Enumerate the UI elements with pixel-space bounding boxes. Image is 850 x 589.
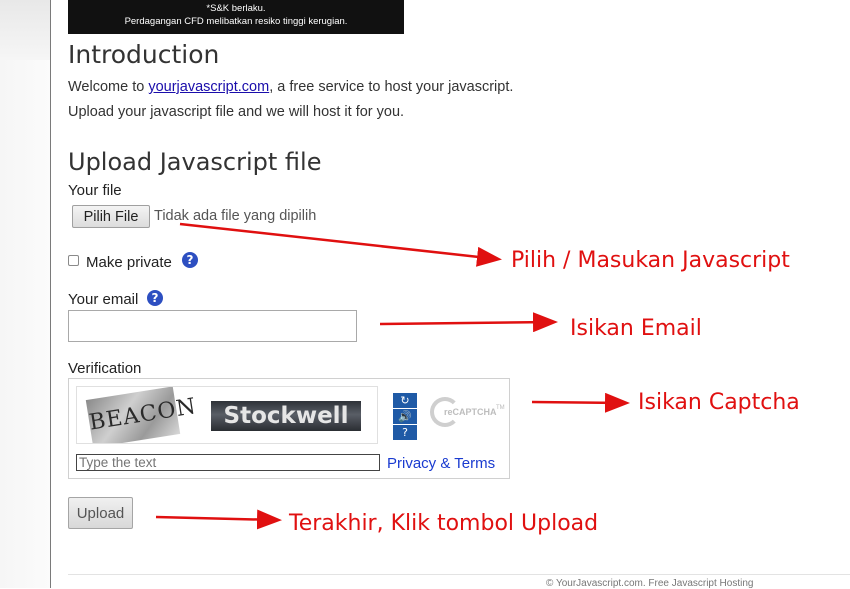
annotation-upload: Terakhir, Klik tombol Upload: [289, 511, 599, 536]
annotation-email: Isikan Email: [570, 316, 702, 341]
arrow-captcha: [531, 392, 630, 413]
annotation-file: Pilih / Masukan Javascript: [511, 248, 790, 273]
arrow-upload: [155, 509, 282, 530]
arrow-email: [379, 312, 558, 333]
annotation-arrows: [155, 222, 630, 530]
arrow-file: [179, 222, 502, 267]
annotation-captcha: Isikan Captcha: [638, 390, 800, 415]
